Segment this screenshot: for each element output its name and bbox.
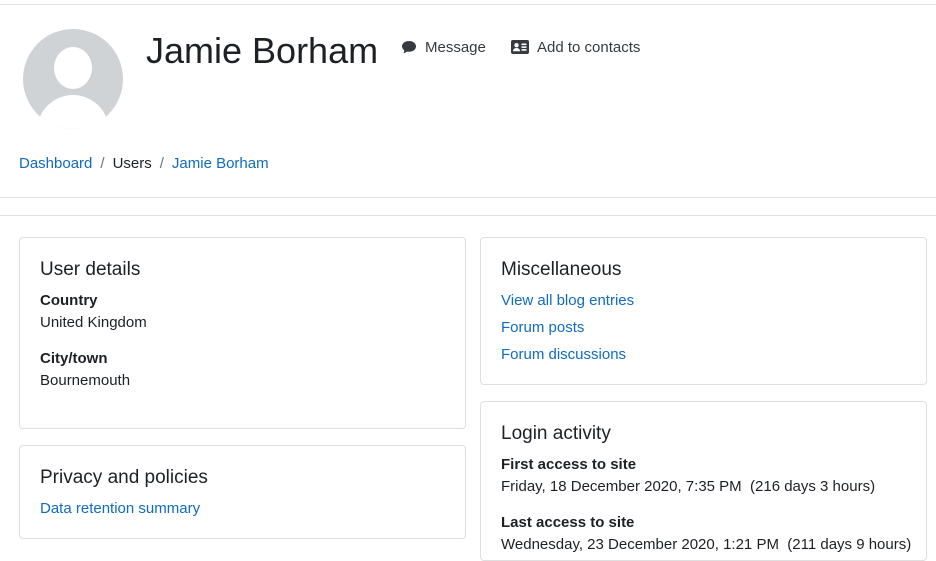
add-to-contacts-button[interactable]: Add to contacts [511,36,640,58]
data-retention-link[interactable]: Data retention summary [40,499,445,519]
country-value: United Kingdom [40,314,147,331]
breadcrumb-users: Users [112,154,152,172]
country-label: Country [40,292,98,309]
breadcrumb-dashboard[interactable]: Dashboard [19,155,92,172]
user-details-heading: User details [40,259,141,280]
comment-icon [402,40,416,53]
avatar-body-shape [37,95,109,129]
last-access-label: Last access to site [501,514,635,531]
privacy-card: Privacy and policies Data retention summ… [19,445,466,539]
login-activity-heading: Login activity [501,423,611,444]
message-button[interactable]: Message [401,36,486,58]
miscellaneous-heading: Miscellaneous [501,259,622,280]
breadcrumb-separator: / [100,154,105,172]
top-navbar-border [0,0,936,5]
first-access-label: First access to site [501,456,637,473]
user-avatar [23,29,123,129]
content-divider [0,215,936,216]
page-title: Jamie Borham [146,30,379,71]
breadcrumb: Dashboard / Users / Jamie Borham [19,153,269,173]
user-details-card: User details Country United Kingdom City… [19,237,466,429]
forum-posts-link[interactable]: Forum posts [501,318,906,338]
login-activity-card: Login activity First access to site Frid… [480,401,927,561]
city-label: City/town [40,350,108,367]
message-label: Message [425,38,486,56]
privacy-heading: Privacy and policies [40,467,208,488]
avatar-head-shape [54,47,92,89]
breadcrumb-separator: / [159,154,164,172]
miscellaneous-card: Miscellaneous View all blog entries Foru… [480,237,927,385]
city-value: Bournemouth [40,372,131,389]
last-access-value: Wednesday, 23 December 2020, 1:21 PM (21… [501,536,912,553]
breadcrumb-current-user[interactable]: Jamie Borham [172,155,269,172]
first-access-value: Friday, 18 December 2020, 7:35 PM (216 d… [501,478,876,495]
address-card-icon [511,40,529,54]
blog-entries-link[interactable]: View all blog entries [501,291,906,311]
forum-discussions-link[interactable]: Forum discussions [501,345,906,365]
add-to-contacts-label: Add to contacts [537,38,641,56]
header-divider [0,197,936,198]
